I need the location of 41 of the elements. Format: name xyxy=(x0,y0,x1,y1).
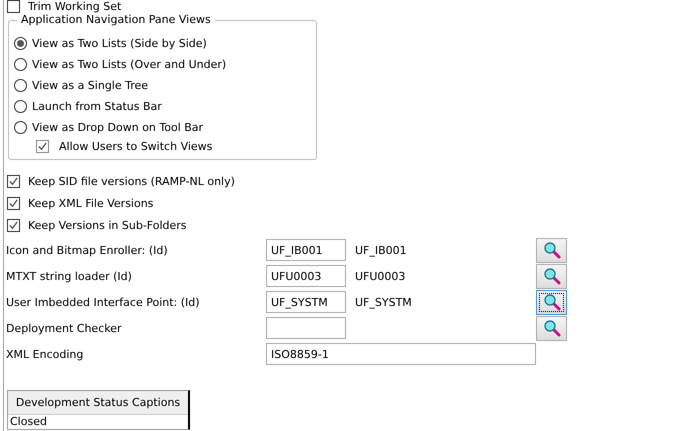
field-label: Deployment Checker xyxy=(6,322,123,334)
radio-label: View as Drop Down on Tool Bar xyxy=(32,121,204,134)
checkbox-label: Allow Users to Switch Views xyxy=(59,140,212,153)
checkbox[interactable] xyxy=(7,218,20,232)
radio-button[interactable] xyxy=(14,121,27,134)
input-field[interactable]: UF_IB001 xyxy=(266,239,346,261)
radio-label: View as Two Lists (Side by Side) xyxy=(32,37,207,50)
column-header[interactable]: Development Status Captions xyxy=(8,391,188,415)
checkbox[interactable] xyxy=(36,140,49,153)
field-label: XML Encoding xyxy=(6,348,84,360)
radio-button[interactable] xyxy=(14,58,27,71)
radio-button[interactable] xyxy=(14,37,27,50)
radio-label: Launch from Status Bar xyxy=(32,100,162,113)
search-button[interactable] xyxy=(536,290,567,314)
search-icon xyxy=(542,319,560,337)
search-icon xyxy=(542,293,560,311)
checkbox[interactable] xyxy=(7,174,20,188)
field-label: Icon and Bitmap Enroller: (Id) xyxy=(6,244,169,256)
input-field[interactable]: UF_SYSTM xyxy=(266,291,346,313)
checkbox-label: Keep Versions in Sub-Folders xyxy=(28,218,187,232)
checkbox-label: Trim Working Set xyxy=(28,0,122,12)
checkbox[interactable] xyxy=(7,196,20,210)
field-value: UFU0003 xyxy=(355,270,406,282)
input-field[interactable]: UFU0003 xyxy=(266,265,346,287)
radio-button[interactable] xyxy=(14,79,27,92)
field-label: User Imbedded Interface Point: (Id) xyxy=(6,296,201,308)
field-label: MTXT string loader (Id) xyxy=(6,270,133,282)
search-icon xyxy=(542,241,560,259)
checkbox-label: Keep XML File Versions xyxy=(28,196,154,210)
field-value: UF_IB001 xyxy=(355,244,407,256)
input-field[interactable] xyxy=(266,317,346,339)
radio-label: View as a Single Tree xyxy=(32,79,148,92)
search-icon xyxy=(542,267,560,285)
radio-button[interactable] xyxy=(14,100,27,113)
checkbox[interactable] xyxy=(7,0,20,12)
radio-label: View as Two Lists (Over and Under) xyxy=(32,58,226,71)
group-title: Application Navigation Pane Views xyxy=(17,13,215,26)
field-value: UF_SYSTM xyxy=(355,296,412,308)
checkbox-label: Keep SID file versions (RAMP-NL only) xyxy=(28,174,235,188)
input-field[interactable]: ISO8859-1 xyxy=(266,343,536,365)
table-cell-text: Closed xyxy=(9,415,48,429)
